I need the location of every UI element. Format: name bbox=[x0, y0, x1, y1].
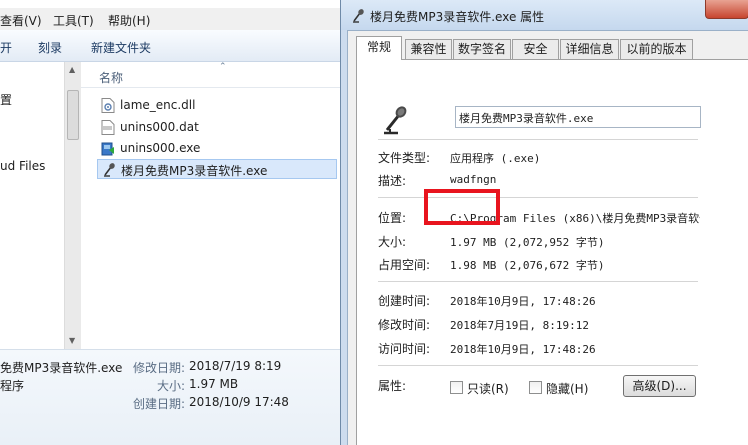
tab-digital-signatures[interactable]: 数字签名 bbox=[453, 39, 511, 59]
created-value: 2018年10月9日, 17:48:26 bbox=[450, 295, 596, 308]
details-modified-label: 修改日期: bbox=[133, 361, 186, 375]
open-button[interactable]: 开 bbox=[0, 39, 12, 56]
accessed-value: 2018年10月9日, 17:48:26 bbox=[450, 343, 596, 356]
column-header-label: 名称 bbox=[99, 71, 124, 85]
details-created-value: 2018/10/9 17:48 bbox=[189, 395, 289, 409]
general-tab-page: 楼月免费MP3录音软件.exe 文件类型: 应用程序 (.exe) 描述: wa… bbox=[356, 59, 748, 445]
file-row-unins000-exe[interactable]: unins000.exe bbox=[97, 139, 337, 159]
size-highlight-box bbox=[424, 189, 500, 225]
menu-bar: 查看(V) 工具(T) 帮助(H) bbox=[0, 8, 342, 30]
file-row-recorder-exe[interactable]: 楼月免费MP3录音软件.exe bbox=[97, 159, 337, 179]
readonly-checkbox[interactable]: 只读(R) bbox=[450, 380, 510, 396]
scroll-down-arrow-icon[interactable]: ▼ bbox=[69, 336, 75, 345]
hidden-checkbox[interactable]: 隐藏(H) bbox=[529, 380, 589, 396]
readonly-checkbox-label: 只读(R) bbox=[467, 382, 509, 396]
command-bar: 开 刻录 新建文件夹 bbox=[0, 30, 342, 62]
created-label: 创建时间: bbox=[378, 294, 431, 308]
file-name: 楼月免费MP3录音软件.exe bbox=[121, 164, 268, 178]
close-button[interactable] bbox=[705, 0, 748, 19]
menu-view[interactable]: 查看(V) bbox=[0, 12, 42, 29]
burn-button[interactable]: 刻录 bbox=[38, 39, 62, 56]
file-name: unins000.dat bbox=[120, 120, 199, 134]
tab-security[interactable]: 安全 bbox=[512, 39, 559, 59]
scroll-thumb[interactable] bbox=[67, 90, 79, 140]
details-created-label: 创建日期: bbox=[133, 397, 186, 411]
column-header-name[interactable]: 名称 ⌃ bbox=[81, 62, 342, 88]
advanced-button[interactable]: 高级(D)... bbox=[623, 375, 696, 397]
nav-item[interactable]: 置 bbox=[0, 91, 12, 108]
tab-previous-versions[interactable]: 以前的版本 bbox=[620, 39, 693, 59]
new-folder-button[interactable]: 新建文件夹 bbox=[91, 39, 151, 56]
menu-help[interactable]: 帮助(H) bbox=[108, 12, 150, 29]
hidden-checkbox-label: 隐藏(H) bbox=[546, 382, 589, 396]
nav-item[interactable]: ud Files bbox=[0, 159, 45, 173]
file-type-label: 文件类型: bbox=[378, 151, 431, 165]
size-value: 1.97 MB (2,072,952 字节) bbox=[450, 236, 605, 249]
separator bbox=[378, 281, 698, 282]
details-type: 程序 bbox=[0, 379, 25, 393]
tab-details[interactable]: 详细信息 bbox=[560, 39, 619, 59]
details-filename: 免费MP3录音软件.exe bbox=[0, 361, 123, 375]
sort-ascending-icon: ⌃ bbox=[219, 62, 227, 72]
properties-dialog: 楼月免费MP3录音软件.exe 属性 常规 兼容性 数字签名 安全 详细信息 以… bbox=[340, 0, 748, 445]
filename-input-value: 楼月免费MP3录音软件.exe bbox=[459, 112, 594, 125]
dll-file-icon bbox=[101, 98, 115, 113]
size-on-disk-label: 占用空间: bbox=[378, 258, 431, 272]
microphone-app-icon bbox=[384, 106, 407, 135]
details-pane: 免费MP3录音软件.exe 程序 修改日期: 2018/7/19 8:19 大小… bbox=[0, 349, 342, 445]
tab-compatibility[interactable]: 兼容性 bbox=[405, 39, 452, 59]
dialog-client-area: 常规 兼容性 数字签名 安全 详细信息 以前的版本 楼月免费MP3录音软件.ex… bbox=[347, 30, 748, 445]
microphone-app-icon bbox=[353, 9, 364, 23]
details-modified-value: 2018/7/19 8:19 bbox=[189, 359, 282, 373]
scroll-up-arrow-icon[interactable]: ▲ bbox=[69, 65, 75, 74]
microphone-app-icon bbox=[104, 163, 115, 177]
file-row-lame-enc-dll[interactable]: lame_enc.dll bbox=[97, 96, 337, 116]
navigation-pane: 置 ud Files bbox=[0, 62, 64, 349]
modified-label: 修改时间: bbox=[378, 318, 431, 332]
location-label: 位置: bbox=[378, 211, 407, 225]
details-size-value: 1.97 MB bbox=[189, 377, 239, 391]
installer-exe-icon bbox=[101, 142, 114, 156]
readonly-checkbox-box[interactable] bbox=[450, 381, 463, 394]
filename-input[interactable]: 楼月免费MP3录音软件.exe bbox=[455, 106, 701, 128]
description-label: 描述: bbox=[378, 174, 407, 188]
file-row-unins000-dat[interactable]: unins000.dat bbox=[97, 118, 337, 138]
dat-file-icon bbox=[101, 120, 115, 135]
size-on-disk-value: 1.98 MB (2,076,672 字节) bbox=[450, 259, 605, 272]
description-value: wadfngn bbox=[450, 173, 497, 186]
attributes-label: 属性: bbox=[378, 379, 407, 393]
hidden-checkbox-box[interactable] bbox=[529, 381, 542, 394]
explorer-window: 查看(V) 工具(T) 帮助(H) 开 刻录 新建文件夹 置 ud Files … bbox=[0, 0, 342, 445]
separator bbox=[378, 139, 698, 140]
menu-tools[interactable]: 工具(T) bbox=[53, 12, 94, 29]
dialog-title-bar[interactable]: 楼月免费MP3录音软件.exe 属性 bbox=[341, 0, 748, 30]
nav-scrollbar[interactable]: ▲ ▼ bbox=[64, 62, 81, 349]
details-size-label: 大小: bbox=[157, 379, 186, 393]
modified-value: 2018年7月19日, 8:19:12 bbox=[450, 319, 589, 332]
file-name: lame_enc.dll bbox=[120, 98, 196, 112]
size-label: 大小: bbox=[378, 235, 407, 249]
tab-general[interactable]: 常规 bbox=[356, 36, 402, 60]
file-list: 名称 ⌃ lame_enc.dll unins000.dat unins000.… bbox=[81, 62, 342, 349]
accessed-label: 访问时间: bbox=[378, 342, 431, 356]
dialog-title: 楼月免费MP3录音软件.exe 属性 bbox=[370, 10, 545, 24]
separator bbox=[378, 365, 698, 366]
file-type-value: 应用程序 (.exe) bbox=[450, 152, 541, 165]
file-name: unins000.exe bbox=[120, 141, 201, 155]
